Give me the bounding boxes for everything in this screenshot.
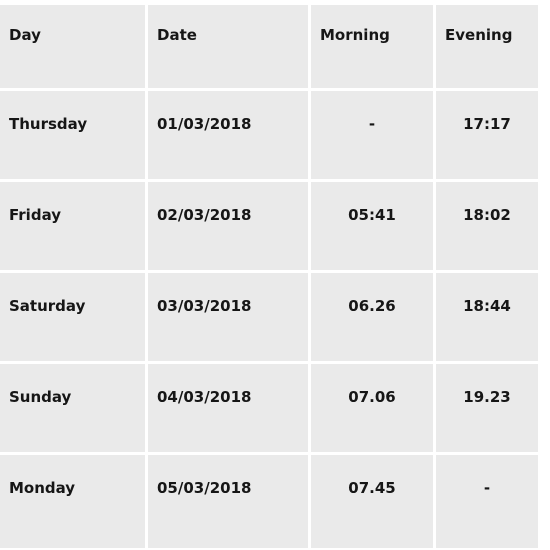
cell-day-value: Friday: [9, 206, 62, 224]
cell-morning-value: 05:41: [348, 206, 396, 224]
cell-morning-value: -: [368, 115, 376, 133]
cell-day: Friday: [0, 182, 148, 273]
cell-date-value: 04/03/2018: [157, 388, 252, 406]
cell-morning: 06.26: [311, 273, 436, 364]
column-header-date-label: Date: [157, 26, 197, 44]
column-header-evening: Evening: [436, 5, 538, 91]
cell-date: 03/03/2018: [148, 273, 311, 364]
table-body: Thursday 01/03/2018 - 17:17 Friday 02/03…: [0, 91, 538, 548]
cell-morning-value: 07.06: [348, 388, 396, 406]
cell-evening: 19.23: [436, 364, 538, 455]
cell-evening: 18:02: [436, 182, 538, 273]
cell-morning-value: 07.45: [348, 479, 396, 497]
column-header-day-label: Day: [9, 26, 41, 44]
cell-date: 05/03/2018: [148, 455, 311, 548]
cell-morning-value: 06.26: [348, 297, 396, 315]
table-row: Thursday 01/03/2018 - 17:17: [0, 91, 538, 182]
cell-evening-value: -: [483, 479, 491, 497]
schedule-table: Day Date Morning Evening Thursday 01/03/…: [0, 5, 538, 548]
cell-day-value: Thursday: [9, 115, 88, 133]
cell-day: Thursday: [0, 91, 148, 182]
table-row: Monday 05/03/2018 07.45 -: [0, 455, 538, 548]
cell-date-value: 02/03/2018: [157, 206, 252, 224]
cell-evening: -: [436, 455, 538, 548]
cell-morning: 07.06: [311, 364, 436, 455]
cell-morning: 07.45: [311, 455, 436, 548]
cell-day-value: Monday: [9, 479, 76, 497]
cell-evening-value: 17:17: [463, 115, 511, 133]
column-header-morning: Morning: [311, 5, 436, 91]
column-header-date: Date: [148, 5, 311, 91]
cell-evening-value: 18:02: [463, 206, 511, 224]
cell-day: Sunday: [0, 364, 148, 455]
column-header-day: Day: [0, 5, 148, 91]
cell-day-value: Sunday: [9, 388, 72, 406]
cell-day-value: Saturday: [9, 297, 86, 315]
cell-date: 02/03/2018: [148, 182, 311, 273]
cell-evening: 17:17: [436, 91, 538, 182]
cell-morning: 05:41: [311, 182, 436, 273]
cell-date-value: 05/03/2018: [157, 479, 252, 497]
table-row: Saturday 03/03/2018 06.26 18:44: [0, 273, 538, 364]
header-row: Day Date Morning Evening: [0, 5, 538, 91]
table-row: Sunday 04/03/2018 07.06 19.23: [0, 364, 538, 455]
cell-date-value: 01/03/2018: [157, 115, 252, 133]
cell-date-value: 03/03/2018: [157, 297, 252, 315]
cell-evening: 18:44: [436, 273, 538, 364]
cell-evening-value: 18:44: [463, 297, 511, 315]
cell-day: Saturday: [0, 273, 148, 364]
cell-day: Monday: [0, 455, 148, 548]
cell-evening-value: 19.23: [463, 388, 511, 406]
table-header: Day Date Morning Evening: [0, 5, 538, 91]
cell-date: 04/03/2018: [148, 364, 311, 455]
column-header-morning-label: Morning: [320, 26, 390, 44]
cell-date: 01/03/2018: [148, 91, 311, 182]
table-row: Friday 02/03/2018 05:41 18:02: [0, 182, 538, 273]
cell-morning: -: [311, 91, 436, 182]
column-header-evening-label: Evening: [445, 26, 513, 44]
